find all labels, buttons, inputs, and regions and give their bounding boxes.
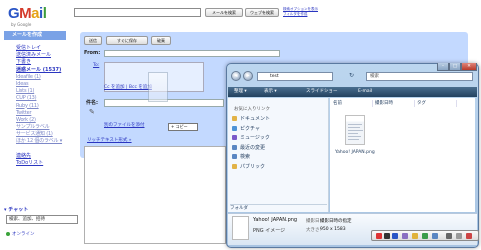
favorite-link[interactable]: ミュージック bbox=[232, 134, 328, 142]
favorite-link-label: 最近の変更 bbox=[240, 144, 266, 151]
input-mode-icon[interactable] bbox=[384, 233, 390, 239]
discard-button[interactable]: 破棄 bbox=[151, 36, 171, 45]
label-item[interactable]: Ideafile (1) bbox=[16, 74, 68, 81]
subject-label: 件名: bbox=[86, 100, 98, 106]
column-name[interactable]: 名前 bbox=[333, 100, 373, 107]
search-mail-button[interactable]: メールを検索 bbox=[205, 8, 243, 17]
from-label: From: bbox=[84, 50, 101, 56]
restore-icon[interactable] bbox=[456, 233, 462, 239]
label-item[interactable]: Lists (1) bbox=[16, 88, 68, 95]
details-date-label: 撮影日: bbox=[306, 219, 322, 224]
chat-heading[interactable]: ▾ チャット bbox=[4, 206, 28, 213]
help-icon[interactable] bbox=[422, 233, 428, 239]
message-body[interactable] bbox=[84, 146, 226, 244]
details-size-value: 950 x 1583 bbox=[320, 227, 346, 232]
to-link[interactable]: To: bbox=[93, 63, 99, 68]
details-filetype: PNG イメージ bbox=[253, 228, 286, 234]
folders-label: フォルダ bbox=[230, 206, 248, 211]
details-thumbnail bbox=[232, 216, 249, 240]
search-web-button[interactable]: ウェブを検索 bbox=[245, 8, 279, 17]
label-item[interactable]: ToDoリスト bbox=[16, 160, 68, 167]
explorer-toolbar: 整理 ▾ 表示 ▾ スライドショー E-mail bbox=[228, 87, 477, 97]
favorite-link-icon bbox=[232, 135, 237, 140]
settings-icon[interactable] bbox=[432, 233, 438, 239]
compose-mail-link[interactable]: メールを作成 bbox=[4, 31, 66, 40]
favorite-link-label: ミュージック bbox=[240, 135, 270, 141]
logo-subtitle: by Google bbox=[11, 22, 32, 27]
label-item[interactable]: Ruby (11) bbox=[16, 103, 68, 110]
label-item[interactable]: CUP (13) bbox=[16, 95, 68, 102]
email-button[interactable]: E-mail bbox=[358, 87, 372, 97]
chat-search-input[interactable]: 検索、追加、招待 bbox=[6, 215, 78, 224]
favorite-link-label: パブリック bbox=[240, 163, 266, 170]
label-item[interactable]: Work (2) bbox=[16, 117, 68, 124]
back-icon[interactable]: ◂ bbox=[231, 71, 241, 81]
slideshow-button[interactable]: スライドショー bbox=[306, 87, 338, 97]
label-item[interactable]: ほか 12 個のラベル ▾ bbox=[16, 138, 68, 145]
favorite-link-icon bbox=[232, 144, 237, 150]
explorer-search-input[interactable]: 検索 bbox=[366, 72, 473, 81]
details-filename: Yahoo! JAPAN.png bbox=[253, 217, 298, 223]
options-icon[interactable] bbox=[446, 233, 452, 239]
label-item[interactable]: Ideas bbox=[16, 81, 68, 88]
langbar-close-icon[interactable] bbox=[466, 233, 472, 239]
folders-toggle[interactable]: フォルダ bbox=[230, 204, 327, 212]
tool-icon[interactable] bbox=[412, 233, 418, 239]
label-item[interactable]: Twitter bbox=[16, 110, 68, 117]
save-draft-button[interactable]: すぐに保存 bbox=[106, 36, 148, 45]
favorite-link-label: ドキュメント bbox=[240, 116, 271, 122]
status-label[interactable]: オンライン bbox=[12, 231, 35, 237]
file-name[interactable]: Yahoo! JAPAN.png bbox=[335, 150, 375, 155]
status-online-icon bbox=[6, 232, 10, 236]
details-size-label: 大きさ: bbox=[306, 228, 322, 233]
language-bar[interactable] bbox=[371, 230, 479, 241]
rich-text-link[interactable]: リッチテキスト形式 » bbox=[87, 137, 132, 143]
favorite-link[interactable]: 最近の変更 bbox=[232, 144, 328, 152]
favorite-link-label: 検索 bbox=[240, 154, 251, 160]
address-bar[interactable]: test bbox=[257, 72, 333, 81]
close-icon[interactable]: ✕ bbox=[461, 63, 477, 71]
favorite-link-icon bbox=[232, 154, 237, 159]
label-item[interactable]: 下書き bbox=[16, 59, 68, 66]
favorite-links-heading: お気に入りリンク bbox=[234, 107, 270, 112]
drag-ghost-icon bbox=[148, 72, 168, 102]
gmail-logo[interactable]: GMail bbox=[8, 6, 47, 21]
column-date-taken[interactable]: 撮影日時 bbox=[375, 100, 415, 107]
maximize-icon[interactable]: □ bbox=[449, 63, 461, 71]
attach-file-link[interactable]: 別のファイルを添付 bbox=[104, 122, 145, 128]
file-thumbnail[interactable] bbox=[345, 115, 365, 145]
send-button[interactable]: 送信 bbox=[84, 36, 102, 45]
ime-icon[interactable] bbox=[376, 233, 382, 239]
organize-menu[interactable]: 整理 ▾ bbox=[234, 87, 247, 97]
favorite-link[interactable]: 検索 bbox=[232, 153, 328, 161]
favorite-link-icon bbox=[232, 116, 237, 121]
favorite-link-icon bbox=[232, 163, 237, 169]
favorite-link[interactable]: パブリック bbox=[232, 163, 328, 171]
favorite-link-icon bbox=[232, 125, 237, 131]
favorite-link[interactable]: ピクチャ bbox=[232, 125, 328, 133]
label-item[interactable]: 迷惑メール (1537) bbox=[16, 67, 68, 74]
create-filter-link[interactable]: フィルタを作成 bbox=[283, 12, 318, 17]
details-date-value[interactable]: 撮影日時の指定 bbox=[320, 218, 352, 224]
favorite-link-label: ピクチャ bbox=[240, 125, 260, 132]
from-select[interactable] bbox=[104, 50, 280, 57]
forward-icon[interactable]: ▸ bbox=[243, 71, 253, 81]
view-menu[interactable]: 表示 ▾ bbox=[264, 87, 277, 97]
label-item bbox=[16, 146, 68, 153]
minimize-icon[interactable]: – bbox=[437, 63, 449, 71]
kana-icon[interactable] bbox=[392, 233, 398, 239]
label-list: 受信トレイ 送信済みメール 下書き 迷惑メール (1537) Ideafile (1) I… bbox=[16, 45, 68, 167]
column-tags[interactable]: タグ bbox=[417, 100, 457, 107]
refresh-icon[interactable]: ↻ bbox=[349, 72, 354, 79]
cc-bcc-link[interactable]: Cc を追加 | Bcc を追加 bbox=[104, 84, 152, 90]
copy-tooltip: + コピー bbox=[168, 123, 198, 131]
paperclip-icon: ✎ bbox=[89, 108, 95, 116]
pad-icon[interactable] bbox=[402, 233, 408, 239]
label-item[interactable]: 連絡先 bbox=[16, 153, 68, 160]
search-options: 検索オプションを表示 フィルタを作成 bbox=[283, 7, 318, 17]
mail-search-input[interactable] bbox=[74, 8, 201, 17]
favorite-link[interactable]: ドキュメント bbox=[232, 115, 328, 123]
